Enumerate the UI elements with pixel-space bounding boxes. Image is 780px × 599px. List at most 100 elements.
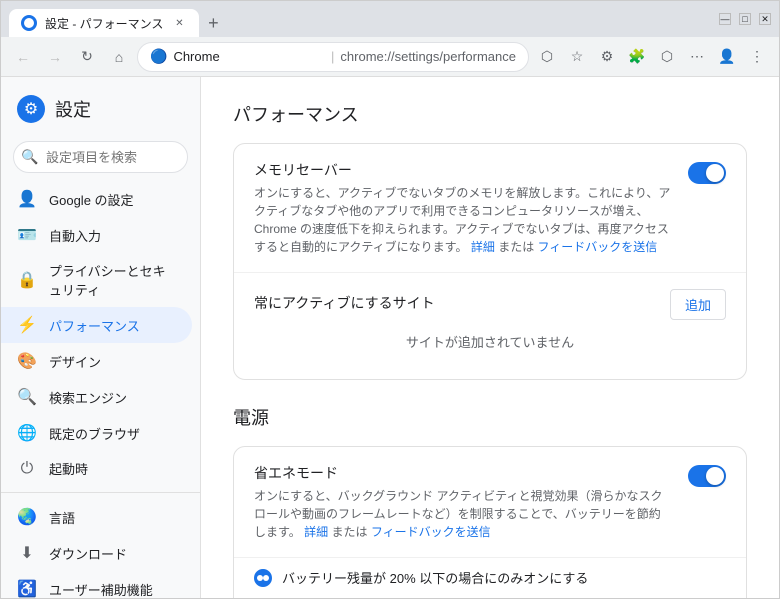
always-active-row: 常にアクティブにするサイト 追加 [254,289,726,320]
home-button[interactable]: ⌂ [105,43,133,71]
navigation-bar: ← → ↻ ⌂ 🔵 Chrome | chrome://settings/per… [1,37,779,77]
power-section-title: 電源 [233,404,747,430]
always-active-title: 常にアクティブにするサイト [254,293,435,313]
sidebar-item-label: 起動時 [49,459,88,478]
memory-saver-title: メモリセーバー [254,160,672,180]
tab-favicon [21,15,37,31]
energy-saver-toggle[interactable] [688,465,726,487]
search-bar-container: 🔍 [13,141,188,173]
memory-saver-detail-link[interactable]: 詳細 [471,240,495,254]
sidebar-item-label: 自動入力 [49,226,101,245]
energy-saver-row: 省エネモード オンにすると、バックグラウンド アクティビティと視覚効果（滑らかな… [254,463,726,541]
tab-bar: 設定 - パフォーマンス ✕ + [9,1,711,37]
menu-icon[interactable]: ⋮ [743,43,771,71]
sidebar-item-label: プライバシーとセキュリティ [49,261,176,299]
minimize-button[interactable]: — [719,13,731,25]
battery-20-label: バッテリー残量が 20% 以下の場合にのみオンにする [282,568,588,587]
memory-saver-feedback-link[interactable]: フィードバックを送信 [538,240,658,254]
sidebar-item-label: 言語 [49,508,75,527]
sidebar-item-label: デザイン [49,352,101,371]
startup-icon: ⏻ [17,460,37,478]
address-url: chrome://settings/performance [340,49,516,64]
accessibility-icon: ♿ [17,579,37,598]
memory-saver-or: または [498,240,534,254]
sidebar-item-label: 既定のブラウザ [49,424,140,443]
sidebar: ⚙ 設定 🔍 👤 Google の設定 🪪 自動入力 🔒 プライバシーとセキュリ… [1,77,201,598]
sidebar-item-label: 検索エンジン [49,388,127,407]
new-tab-button[interactable]: + [199,9,227,37]
sidebar-item-accessibility[interactable]: ♿ ユーザー補助機能 [1,571,192,598]
privacy-icon: 🔒 [17,270,37,290]
browser-frame: 設定 - パフォーマンス ✕ + — □ ✕ ← → ↻ ⌂ 🔵 Chrome … [0,0,780,599]
language-icon: 🌏 [17,507,37,527]
sidebar-item-browser[interactable]: 🌐 既定のブラウザ [1,415,192,451]
sidebar-item-startup[interactable]: ⏻ 起動時 [1,451,192,486]
sidebar-item-google[interactable]: 👤 Google の設定 [1,181,192,217]
tab-close-button[interactable]: ✕ [171,15,187,31]
memory-saver-text: メモリセーバー オンにすると、アクティブでないタブのメモリを解放します。これによ… [254,160,672,256]
content-area: パフォーマンス メモリセーバー オンにすると、アクティブでないタブのメモリを解放… [201,77,779,598]
sidebar-item-autofill[interactable]: 🪪 自動入力 [1,217,192,253]
window-controls: — □ ✕ [719,13,771,25]
performance-icon: ⚡ [17,315,37,335]
battery-20-radio[interactable] [254,569,272,587]
empty-sites-text: サイトが追加されていません [254,320,726,363]
energy-saver-or: または [332,525,368,539]
sidebar-item-download[interactable]: ⬇ ダウンロード [1,535,192,571]
sidebar-item-label: Google の設定 [49,190,134,209]
tab-title: 設定 - パフォーマンス [45,15,163,32]
sidebar-item-label: ユーザー補助機能 [49,580,153,599]
energy-saver-detail-link[interactable]: 詳細 [304,525,328,539]
main-area: ⚙ 設定 🔍 👤 Google の設定 🪪 自動入力 🔒 プライバシーとセキュリ… [1,77,779,598]
memory-saver-desc: オンにすると、アクティブでないタブのメモリを解放します。これにより、アクティブな… [254,184,672,256]
energy-saver-section: 省エネモード オンにすると、バックグラウンド アクティビティと視覚効果（滑らかな… [234,447,746,558]
forward-button[interactable]: → [41,43,69,71]
profile-icon[interactable]: ⚙ [593,43,621,71]
sidebar-item-performance[interactable]: ⚡ パフォーマンス [1,307,192,343]
sidebar-item-language[interactable]: 🌏 言語 [1,499,192,535]
avatar-icon[interactable]: 👤 [713,43,741,71]
title-bar: 設定 - パフォーマンス ✕ + — □ ✕ [1,1,779,37]
maximize-button[interactable]: □ [739,13,751,25]
sidebar-divider [1,492,200,493]
address-domain: Chrome [173,49,325,64]
performance-card: メモリセーバー オンにすると、アクティブでないタブのメモリを解放します。これによ… [233,143,747,380]
sidebar-item-label: パフォーマンス [49,316,140,335]
memory-saver-row: メモリセーバー オンにすると、アクティブでないタブのメモリを解放します。これによ… [254,160,726,256]
sidebar-item-design[interactable]: 🎨 デザイン [1,343,192,379]
extension-icon[interactable]: 🧩 [623,43,651,71]
address-separator: | [331,49,334,64]
sidebar-item-privacy[interactable]: 🔒 プライバシーとセキュリティ [1,253,192,307]
sidebar-item-search[interactable]: 🔍 検索エンジン [1,379,192,415]
bookmark-icon[interactable]: ☆ [563,43,591,71]
address-bar[interactable]: 🔵 Chrome | chrome://settings/performance [137,42,529,72]
add-site-button[interactable]: 追加 [670,289,726,320]
sidebar-item-label: ダウンロード [49,544,127,563]
google-icon: 👤 [17,189,37,209]
settings-title: 設定 [55,96,91,122]
site-favicon: 🔵 [150,48,167,65]
autofill-icon: 🪪 [17,225,37,245]
back-button[interactable]: ← [9,43,37,71]
search-input[interactable] [13,141,188,173]
more-icon[interactable]: ⋯ [683,43,711,71]
nav-icons-right: ⬡ ☆ ⚙ 🧩 ⬡ ⋯ 👤 ⋮ [533,43,771,71]
sidebar-header: ⚙ 設定 [1,85,200,133]
layers-icon[interactable]: ⬡ [653,43,681,71]
close-button[interactable]: ✕ [759,13,771,25]
power-card: 省エネモード オンにすると、バックグラウンド アクティビティと視覚効果（滑らかな… [233,446,747,598]
browser-icon: 🌐 [17,423,37,443]
battery-option-1-row: バッテリー残量が 20% 以下の場合にのみオンにする [234,558,746,597]
energy-saver-desc: オンにすると、バックグラウンド アクティビティと視覚効果（滑らかなスクロールや動… [254,487,672,541]
search-engine-icon: 🔍 [17,387,37,407]
active-tab[interactable]: 設定 - パフォーマンス ✕ [9,9,199,37]
reload-button[interactable]: ↻ [73,43,101,71]
energy-saver-feedback-link[interactable]: フィードバックを送信 [371,525,491,539]
always-active-section: 常にアクティブにするサイト 追加 サイトが追加されていません [234,273,746,379]
energy-saver-text: 省エネモード オンにすると、バックグラウンド アクティビティと視覚効果（滑らかな… [254,463,672,541]
cast-icon[interactable]: ⬡ [533,43,561,71]
battery-option-2-row: パソコンが電源に接続されていないときにオンにする [234,597,746,598]
memory-saver-toggle[interactable] [688,162,726,184]
settings-logo: ⚙ [17,95,45,123]
search-icon: 🔍 [21,149,38,166]
